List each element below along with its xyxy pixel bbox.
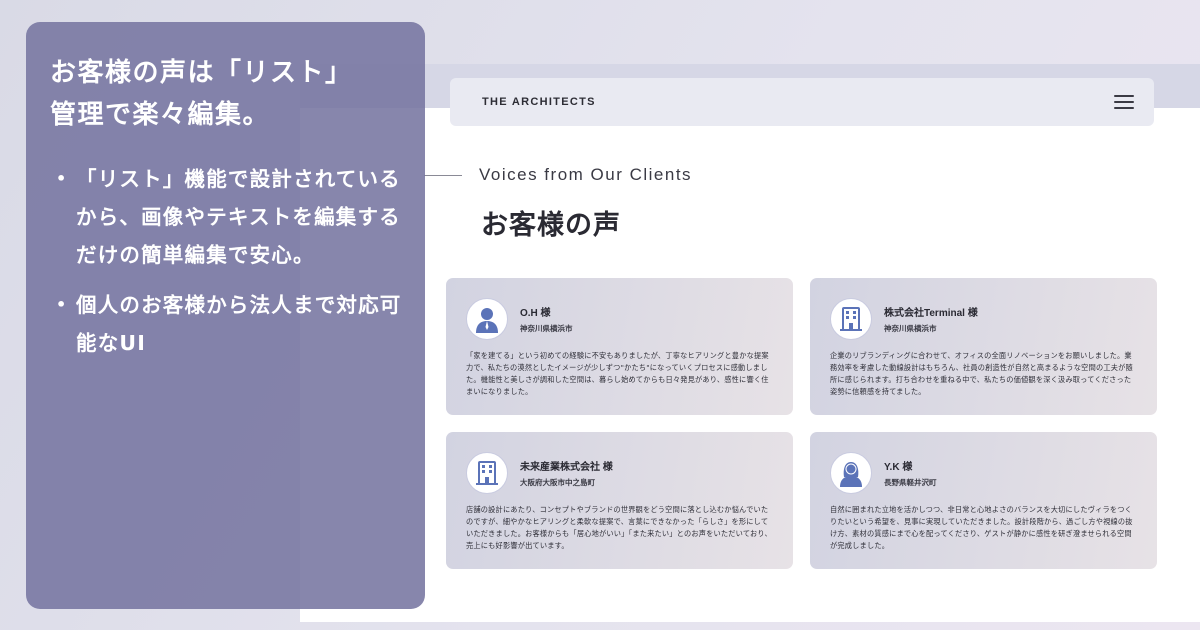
feature-item: 個人のお客様から法人まで対応可能なUI (50, 286, 403, 362)
panel-title: お客様の声は「リスト」 管理で楽々編集。 (50, 52, 403, 136)
feature-item: 「リスト」機能で設計されているから、画像やテキストを編集するだけの簡単編集で安心… (50, 160, 403, 274)
section-divider (424, 175, 462, 176)
site-logo[interactable]: THE ARCHITECTS (482, 96, 596, 108)
testimonial-card: 未来産業株式会社 様 大阪府大阪市中之島町 店舗の設計にあたり、コンセプトやブラ… (446, 432, 793, 569)
client-name: O.H 様 (520, 308, 551, 319)
client-comment: 自然に囲まれた立地を活かしつつ、非日常と心地よさのバランスを大切にしたヴィラをつ… (830, 505, 1133, 550)
feature-list: 「リスト」機能で設計されているから、画像やテキストを編集するだけの簡単編集で安心… (50, 160, 403, 362)
person-male-icon (466, 298, 508, 340)
client-comment: 店舗の設計にあたり、コンセプトやブランドの世界観をどう空間に落とし込むか悩んでい… (466, 505, 772, 550)
client-location: 大阪府大阪市中之島町 (520, 478, 595, 487)
building-icon (466, 452, 508, 494)
client-location: 神奈川県横浜市 (520, 324, 573, 333)
client-name: 未来産業株式会社 様 (520, 462, 613, 473)
testimonial-card: Y.K 様 長野県軽井沢町 自然に囲まれた立地を活かしつつ、非日常と心地よさのバ… (810, 432, 1157, 569)
panel-title-line: 管理で楽々編集。 (50, 100, 271, 130)
client-name: 株式会社Terminal 様 (884, 308, 978, 319)
client-location: 長野県軽井沢町 (884, 478, 937, 487)
testimonial-card: 株式会社Terminal 様 神奈川県横浜市 企業のリブランディングに合わせて、… (810, 278, 1157, 415)
client-location: 神奈川県横浜市 (884, 324, 937, 333)
section-title-en: Voices from Our Clients (479, 165, 693, 184)
client-name: Y.K 様 (884, 462, 913, 473)
panel-title-line: お客様の声は「リスト」 (50, 58, 353, 88)
site-header: THE ARCHITECTS (450, 78, 1154, 126)
hamburger-icon[interactable] (1114, 95, 1134, 109)
section-title-jp: お客様の声 (481, 210, 621, 241)
client-comment: 企業のリブランディングに合わせて、オフィスの全面リノベーションをお願いしました。… (830, 351, 1133, 396)
feature-panel: お客様の声は「リスト」 管理で楽々編集。 「リスト」機能で設計されているから、画… (26, 22, 425, 609)
testimonial-card: O.H 様 神奈川県横浜市 「家を建てる」という初めての経験に不安もありましたが… (446, 278, 793, 415)
client-comment: 「家を建てる」という初めての経験に不安もありましたが、丁寧なヒアリングと豊かな提… (466, 351, 769, 396)
person-female-icon (830, 452, 872, 494)
building-icon (830, 298, 872, 340)
